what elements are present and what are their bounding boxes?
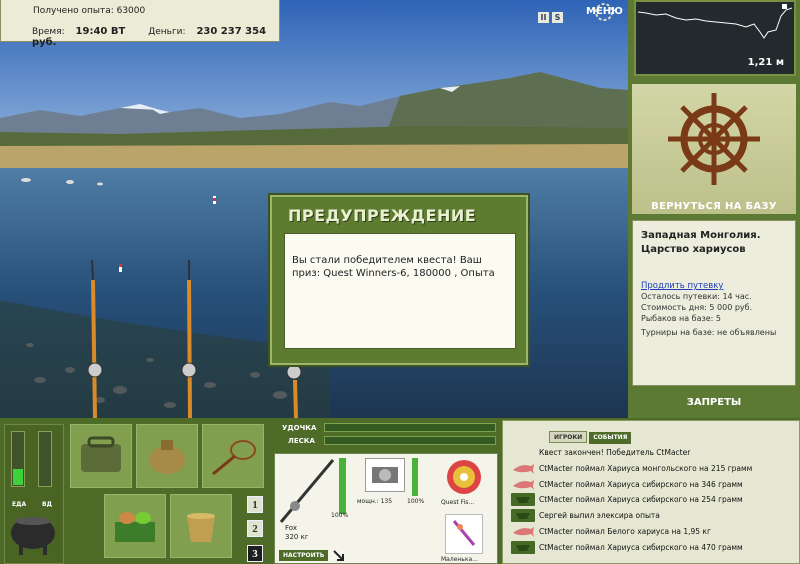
fish-icon xyxy=(511,525,535,538)
slot-bucket[interactable] xyxy=(170,494,232,558)
location-title: Западная Монголия. Царство хариусов xyxy=(641,230,761,255)
event-text: Квест закончен! Победитель CtMacter xyxy=(539,448,691,457)
extend-permit-link[interactable]: Продлить путевку xyxy=(641,281,787,291)
arrow-icon xyxy=(333,550,344,561)
rod-weight: 320 кг xyxy=(285,533,309,541)
rod-tab-3[interactable]: 3 xyxy=(247,545,263,562)
tab-events[interactable]: СОБЫТИЯ xyxy=(589,432,632,444)
rod-name: Fox xyxy=(285,524,297,532)
time-label: Время: xyxy=(32,27,65,37)
events-panel: ИГРОКИ СОБЫТИЯ Квест закончен! Победитель… xyxy=(502,420,800,564)
permit-remaining: Осталось путевки: 14 час. xyxy=(641,292,752,301)
fish-icon xyxy=(511,478,535,491)
bucket-icon xyxy=(187,513,215,542)
list-item: Сергей выпил элексира опыта xyxy=(503,508,800,523)
dialog-message: Вы стали победителем квеста! Ваш приз: Q… xyxy=(284,233,516,349)
experience-label: Получено опыта: 63000 xyxy=(33,6,146,16)
line-strength-bar xyxy=(324,436,496,445)
food-bar xyxy=(11,431,25,487)
landing-net-icon xyxy=(212,440,256,476)
tournaments-status: Турниры на базе: не объявлены xyxy=(641,328,777,337)
time-value: 19:40 ВТ xyxy=(75,26,126,37)
list-item: CtMacter поймал Хариуса сибирского на 34… xyxy=(503,477,800,492)
list-item: CtMacter поймал Хариуса монгольского на … xyxy=(503,461,800,476)
fishers-count: Рыбаков на базе: 5 xyxy=(641,314,721,323)
dialog-title: ПРЕДУПРЕЖДЕНИЕ xyxy=(288,206,477,225)
slot-landing-net[interactable] xyxy=(202,424,264,488)
ship-wheel-panel[interactable] xyxy=(632,84,796,214)
slot-sack[interactable] xyxy=(136,424,198,488)
fish-icon xyxy=(511,462,535,475)
food-fill xyxy=(13,468,23,485)
rod-strength-bar xyxy=(324,423,496,432)
top-icons: II S xyxy=(538,5,566,24)
event-text: CtMacter поймал Хариуса монгольского на … xyxy=(539,463,753,473)
player-info-panel: Получено опыта: 63000 Время: 19:40 ВТ Де… xyxy=(0,0,280,48)
net-icon xyxy=(511,540,535,554)
ship-wheel-icon xyxy=(668,93,760,185)
reel-condition-bar xyxy=(412,458,418,496)
water-bar xyxy=(38,431,52,487)
money-label: Деньги: xyxy=(148,27,186,37)
reel-power: мощн.: 135 xyxy=(357,498,393,505)
reel-icon xyxy=(372,467,398,483)
event-text: Сергей выпил элексира опыта xyxy=(539,511,660,521)
cauldron-icon[interactable] xyxy=(7,511,59,561)
tackle-setup: 100% Fox 320 кг НАСТРОИТЬ мощн.: 135 100… xyxy=(274,453,498,564)
reel-slot[interactable] xyxy=(365,458,405,492)
bans-button[interactable]: ЗАПРЕТЫ xyxy=(632,392,796,414)
event-text: CtMacter поймал Хариуса сибирского на 25… xyxy=(539,495,743,505)
lure-name: Маленька... xyxy=(441,556,478,563)
line-slot[interactable] xyxy=(445,458,483,496)
food-label: ЕДА xyxy=(12,501,27,508)
slot-tackle-bag[interactable] xyxy=(70,424,132,488)
water-label: ВД xyxy=(42,501,52,508)
day-cost: Стоимость дня: 5 000 руб. xyxy=(641,303,753,312)
line-name: Quest Fis... xyxy=(441,499,475,506)
menu-button[interactable]: МЕНЮ xyxy=(584,2,624,22)
rod-icon[interactable] xyxy=(277,456,337,526)
list-item: Квест закончен! Победитель CtMacter xyxy=(503,445,800,460)
list-item: CtMacter поймал Хариуса сибирского на 47… xyxy=(503,540,800,555)
rod-tab-1[interactable]: 1 xyxy=(247,496,263,513)
status-bars: ЕДА ВД xyxy=(4,424,64,564)
net-icon xyxy=(511,493,535,507)
event-text: CtMacter поймал Белого хариуса на 1,95 к… xyxy=(539,527,711,536)
rod-tab-2[interactable]: 2 xyxy=(247,520,263,537)
line-spool-icon xyxy=(447,460,481,494)
sound-icon[interactable]: S xyxy=(552,12,563,23)
pause-icon[interactable]: II xyxy=(538,12,549,23)
setup-button[interactable]: НАСТРОИТЬ xyxy=(279,550,329,561)
depth-value: 1,21 м xyxy=(747,57,784,68)
slot-basket[interactable] xyxy=(104,494,166,558)
lure-icon xyxy=(452,520,476,546)
rod-percent: 100% xyxy=(331,512,349,519)
line-strength-label: ЛЕСКА xyxy=(288,437,315,445)
depth-sounder: 1,21 м xyxy=(634,0,796,76)
net-icon xyxy=(511,509,535,523)
lure-slot[interactable] xyxy=(445,514,483,554)
list-item: CtMacter поймал Хариуса сибирского на 25… xyxy=(503,492,800,507)
rod-strength-label: УДОЧКА xyxy=(282,424,317,432)
events-tabs: ИГРОКИ СОБЫТИЯ xyxy=(549,424,633,444)
event-text: CtMacter поймал Хариуса сибирского на 34… xyxy=(539,479,743,489)
reel-percent: 100% xyxy=(407,498,425,505)
warning-dialog: ПРЕДУПРЕЖДЕНИЕ Вы стали победителем квес… xyxy=(270,195,528,365)
basket-icon xyxy=(115,512,155,542)
tab-players[interactable]: ИГРОКИ xyxy=(549,431,588,443)
bag-icon xyxy=(81,436,121,472)
return-to-base-button[interactable]: ВЕРНУТЬСЯ НА БАЗУ xyxy=(632,196,796,218)
rod-condition-bar xyxy=(339,458,346,514)
sack-icon xyxy=(149,440,185,474)
list-item: CtMacter поймал Белого хариуса на 1,95 к… xyxy=(503,524,800,539)
location-info: Западная Монголия. Царство хариусов Прод… xyxy=(632,220,796,386)
event-text: CtMacter поймал Хариуса сибирского на 47… xyxy=(539,542,743,552)
